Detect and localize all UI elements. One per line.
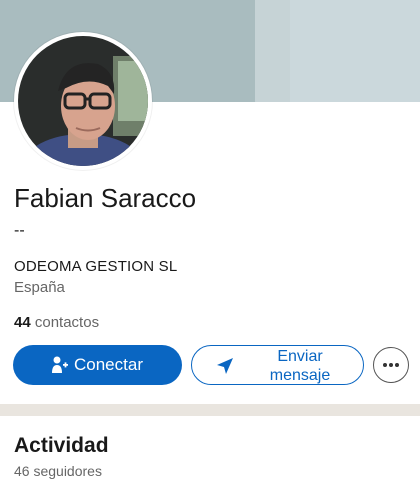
profile-headline: -- [14,222,25,239]
cover-band [290,0,420,102]
section-divider [0,404,420,416]
more-options-button[interactable] [373,347,409,383]
profile-company[interactable]: ODEOMA GESTION SL [14,258,177,275]
followers-count: 46 seguidores [14,463,102,479]
send-message-label: Enviar mensaje [269,348,331,384]
contacts-number: 44 [14,314,31,331]
profile-photo[interactable] [14,32,152,170]
connect-button[interactable]: Conectar [13,345,182,385]
contacts-label: contactos [34,314,100,331]
contacts-count[interactable]: 44 contactos [14,314,99,331]
add-person-icon [52,356,68,373]
activity-title: Actividad [14,434,109,457]
connect-label: Conectar [74,355,143,374]
ellipsis-icon [383,363,399,367]
send-message-button[interactable]: Enviar mensaje [191,345,364,385]
send-icon [217,358,233,374]
cover-band [255,0,295,102]
avatar-photo-icon [18,36,148,166]
profile-location: España [14,279,65,296]
profile-name: Fabian Saracco [14,183,197,213]
